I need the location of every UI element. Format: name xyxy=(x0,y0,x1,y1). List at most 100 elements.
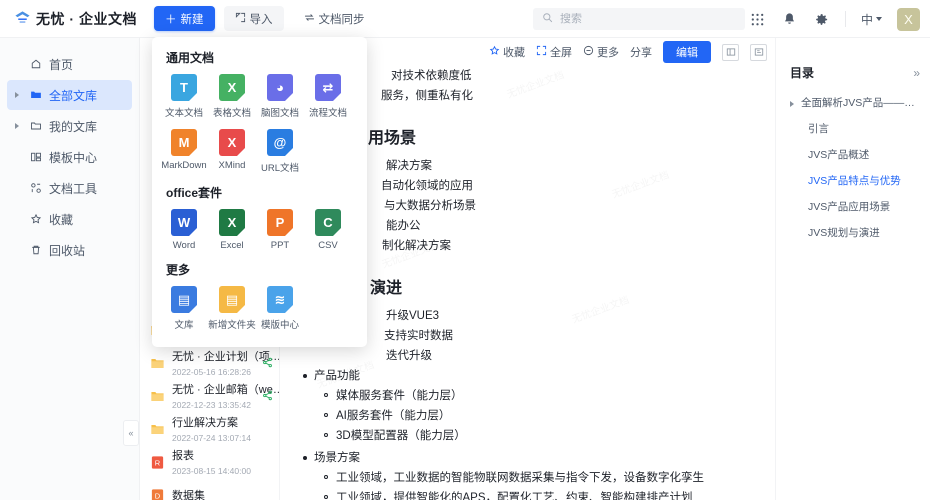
language-selector[interactable]: 中 xyxy=(861,11,882,28)
list-item[interactable]: 无忧 · 企业计划（项… 2022-05-16 16:28:26 xyxy=(140,347,279,380)
toc-item[interactable]: JVS产品应用场景 xyxy=(790,194,920,220)
table-of-contents: 目录 » 全面解析JVS产品——智能、高… 引言 JVS产品概述 JVS产品特点… xyxy=(775,38,930,500)
toc-item-root[interactable]: 全面解析JVS产品——智能、高… xyxy=(790,90,920,116)
new-button[interactable]: ＋ 新建 xyxy=(154,6,215,31)
tools-icon xyxy=(29,182,43,194)
library-icon: ▤ xyxy=(171,286,197,313)
menu-item-flow-doc[interactable]: ⇄ 流程文档 xyxy=(304,74,352,119)
url-doc-icon: @ xyxy=(267,129,293,156)
bell-icon[interactable] xyxy=(781,11,798,28)
sidebar-item-template-center[interactable]: 模板中心 xyxy=(7,142,132,172)
report-doc-icon: R xyxy=(150,455,165,470)
flow-doc-icon: ⇄ xyxy=(315,74,341,101)
edit-button[interactable]: 编辑 xyxy=(663,41,711,63)
menu-item-word[interactable]: W Word xyxy=(160,209,208,251)
share-icon[interactable] xyxy=(262,357,273,371)
menu-item-mindmap-doc[interactable]: ◕ 脑图文档 xyxy=(256,74,304,119)
toc-item[interactable]: 引言 xyxy=(790,116,920,142)
doc-clipped-line: 迭代升级 xyxy=(386,350,432,362)
file-meta: 数据集 xyxy=(172,488,273,500)
sidebar-item-favorites[interactable]: 收藏 xyxy=(7,204,132,234)
toc-item-active[interactable]: JVS产品特点与优势 xyxy=(790,168,920,194)
avatar[interactable]: X xyxy=(897,7,920,31)
list-item[interactable]: D 数据集 xyxy=(140,479,279,500)
dataset-doc-icon: D xyxy=(150,488,165,500)
csv-icon: C xyxy=(315,209,341,236)
copy-doc-icon[interactable] xyxy=(750,43,767,61)
share-button[interactable]: 分享 xyxy=(630,44,652,60)
doc-sub-list: 工业领域，工业数据的智能物联网数据采集与指令下发，设备数字化孪生 工业领域，提供… xyxy=(314,468,759,500)
favorite-button[interactable]: 收藏 xyxy=(489,44,525,60)
doc-block-title-text: 场景方案 xyxy=(314,452,360,464)
import-button[interactable]: 导入 xyxy=(223,6,284,31)
file-meta: 行业解决方案 2022-07-24 13:07:14 xyxy=(172,415,273,444)
ppt-icon: P xyxy=(267,209,293,236)
toc-item[interactable]: JVS产品概述 xyxy=(790,142,920,168)
doc-sub-list: 媒体服务套件（能力层） AI服务套件（能力层） 3D模型配置器（能力层） xyxy=(314,386,759,446)
favorite-label: 收藏 xyxy=(503,47,525,59)
markdown-icon: M xyxy=(171,129,197,156)
doc-sub-item: 工业领域，工业数据的智能物联网数据采集与指令下发，设备数字化孪生 xyxy=(324,468,759,488)
doc-block-title-text: 产品功能 xyxy=(314,370,360,382)
menu-item-url-doc[interactable]: @ URL文档 xyxy=(256,129,304,174)
menu-item-xmind[interactable]: X XMind xyxy=(208,129,256,174)
svg-text:D: D xyxy=(155,491,161,500)
list-item[interactable]: 无忧 · 企业邮箱（we… 2022-12-23 13:35:42 xyxy=(140,380,279,413)
logo[interactable]: 无忧 · 企业文档 xyxy=(0,9,140,29)
apps-grid-icon[interactable] xyxy=(749,11,766,28)
bullet-icon xyxy=(303,456,307,460)
sync-button[interactable]: 文档同步 xyxy=(293,6,376,31)
menu-item-label: CSV xyxy=(318,240,338,251)
menu-item-label: 新增文件夹 xyxy=(208,320,256,331)
sidebar-item-my-library[interactable]: 我的文库 xyxy=(7,111,132,141)
sidebar-item-doc-tools[interactable]: 文档工具 xyxy=(7,173,132,203)
excel-icon: X xyxy=(219,209,245,236)
menu-item-label: PPT xyxy=(270,240,290,251)
menu-item-library[interactable]: ▤ 文库 xyxy=(160,286,208,331)
menu-item-new-folder[interactable]: ▤ 新增文件夹 xyxy=(208,286,256,331)
word-icon: W xyxy=(171,209,197,236)
menu-item-label: Word xyxy=(172,240,196,251)
dropdown-section-title: 更多 xyxy=(166,263,191,277)
menu-item-markdown[interactable]: M MarkDown xyxy=(160,129,208,174)
doc-sub-item: 3D模型配置器（能力层） xyxy=(324,426,759,446)
search-box[interactable] xyxy=(533,8,745,30)
doc-sub-item-text: 3D模型配置器（能力层） xyxy=(336,430,466,442)
sidebar-collapse-button[interactable]: « xyxy=(123,420,139,446)
folder-icon xyxy=(150,389,165,404)
panel-layout-icon[interactable] xyxy=(722,43,739,61)
chevron-right-icon xyxy=(15,123,19,129)
search-input[interactable] xyxy=(560,13,720,25)
bullet-icon xyxy=(303,374,307,378)
sidebar-item-home[interactable]: 首页 xyxy=(7,49,132,79)
bullet-outline-icon xyxy=(324,393,328,397)
chevron-right-icon xyxy=(15,92,19,98)
list-item[interactable]: 行业解决方案 2022-07-24 13:07:14 xyxy=(140,413,279,446)
menu-item-template-center[interactable]: ≋ 模版中心 xyxy=(256,286,304,331)
menu-item-sheet-doc[interactable]: X 表格文档 xyxy=(208,74,256,119)
sidebar-item-label: 全部文库 xyxy=(49,88,98,103)
bullet-outline-icon xyxy=(324,433,328,437)
menu-item-csv[interactable]: C CSV xyxy=(304,209,352,251)
gear-icon[interactable] xyxy=(813,11,830,28)
fullscreen-button[interactable]: 全屏 xyxy=(536,44,572,60)
toc-item[interactable]: JVS规划与演进 xyxy=(790,220,920,246)
menu-item-text-doc[interactable]: T 文本文档 xyxy=(160,74,208,119)
xmind-icon: X xyxy=(219,129,245,156)
menu-item-ppt[interactable]: P PPT xyxy=(256,209,304,251)
doc-sub-item: 媒体服务套件（能力层） xyxy=(324,386,759,406)
menu-item-excel[interactable]: X Excel xyxy=(208,209,256,251)
sidebar-item-label: 文档工具 xyxy=(49,181,98,196)
menu-item-label: XMind xyxy=(218,160,246,171)
chevron-double-right-icon[interactable]: » xyxy=(913,66,920,80)
more-button[interactable]: 更多 xyxy=(583,44,619,60)
sidebar-item-all-library[interactable]: 全部文库 xyxy=(7,80,132,110)
share-icon[interactable] xyxy=(262,390,273,404)
menu-item-label: Excel xyxy=(220,240,244,251)
dropdown-section-title: office套件 xyxy=(166,186,223,200)
sidebar-item-recycle-bin[interactable]: 回收站 xyxy=(7,235,132,265)
doc-sub-item-text: AI服务套件（能力层） xyxy=(336,410,451,422)
language-label: 中 xyxy=(860,12,873,27)
toc-header: 目录 » xyxy=(790,64,920,81)
list-item[interactable]: R 报表 2023-08-15 14:40:00 xyxy=(140,446,279,479)
